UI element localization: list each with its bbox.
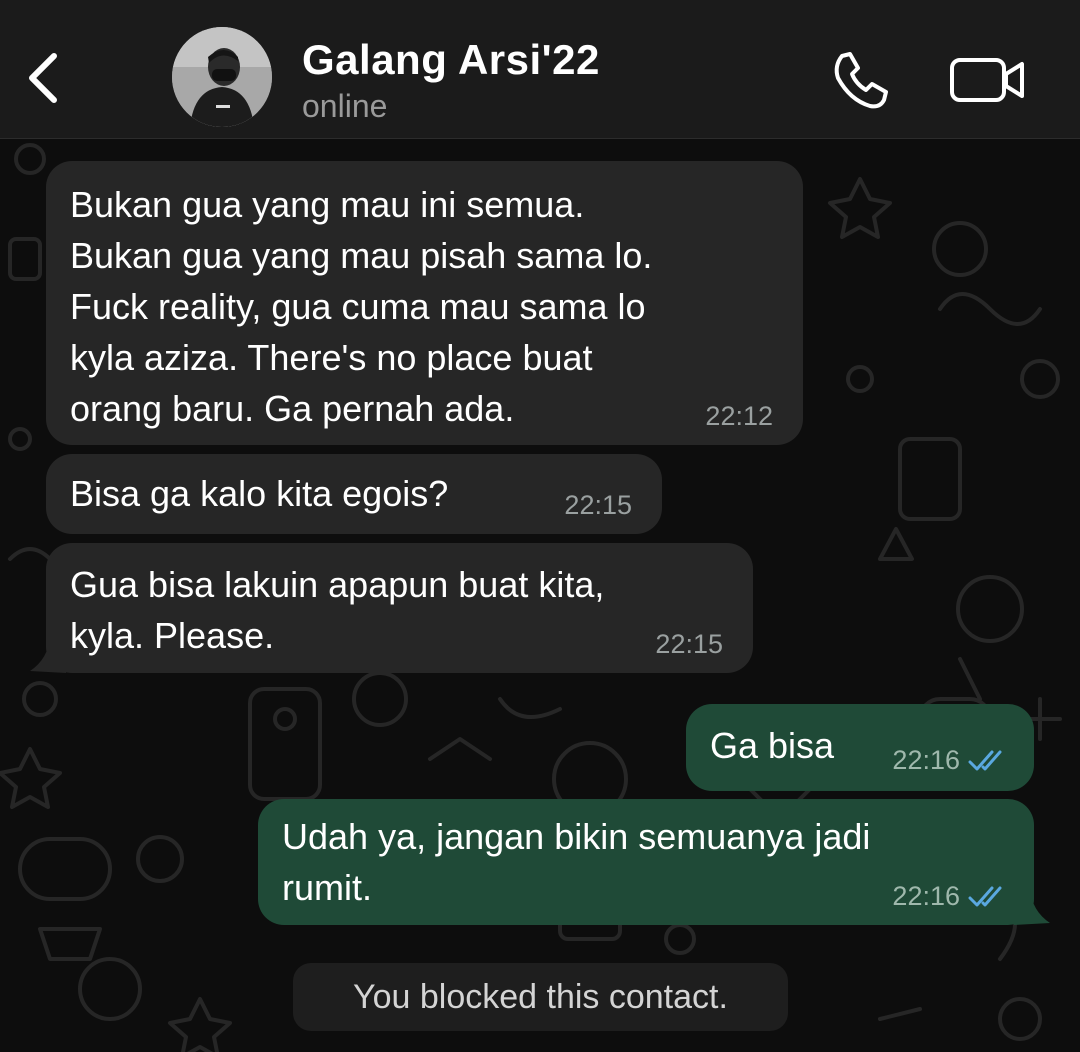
message-timestamp: 22:12 <box>705 401 773 431</box>
chat-area[interactable]: Bukan gua yang mau ini semua. Bukan gua … <box>0 139 1080 1052</box>
message-timestamp: 22:15 <box>655 629 723 659</box>
video-camera-icon <box>950 58 1024 102</box>
message-timestamp: 22:15 <box>564 490 632 520</box>
double-check-read-icon <box>968 886 1002 907</box>
message-text: Gua bisa lakuin apapun buat kita, kyla. … <box>70 564 605 656</box>
bubble-tail <box>30 637 66 673</box>
contact-avatar[interactable] <box>172 27 272 127</box>
video-call-button[interactable] <box>948 52 1028 108</box>
contact-name[interactable]: Galang Arsi'22 <box>302 36 600 84</box>
bubble-tail <box>1014 889 1050 925</box>
chevron-left-icon <box>29 53 57 103</box>
contact-status: online <box>302 88 388 124</box>
message-bubble-outgoing[interactable]: Ga bisa 22:16 <box>686 704 1034 791</box>
double-check-read-icon <box>968 750 1002 771</box>
message-bubble-outgoing[interactable]: Udah ya, jangan bikin semuanya jadi rumi… <box>258 799 1034 925</box>
blocked-contact-notice[interactable]: You blocked this contact. <box>293 963 788 1031</box>
message-meta: 22:16 <box>892 745 1008 775</box>
voice-call-button[interactable] <box>828 48 892 112</box>
message-meta: 22:16 <box>892 881 1008 911</box>
message-bubble-incoming[interactable]: Bukan gua yang mau ini semua. Bukan gua … <box>46 161 803 445</box>
message-bubble-incoming[interactable]: Gua bisa lakuin apapun buat kita, kyla. … <box>46 543 753 673</box>
back-button[interactable] <box>22 46 70 110</box>
avatar-photo <box>172 27 272 127</box>
message-text: Bukan gua yang mau ini semua. Bukan gua … <box>70 184 653 429</box>
chat-header: Galang Arsi'22 online <box>0 0 1080 139</box>
phone-icon <box>834 52 888 109</box>
message-text: Bisa ga kalo kita egois? <box>70 473 449 514</box>
message-bubble-incoming[interactable]: Bisa ga kalo kita egois? 22:15 <box>46 454 662 534</box>
message-timestamp: 22:16 <box>892 745 960 775</box>
message-timestamp: 22:16 <box>892 881 960 911</box>
